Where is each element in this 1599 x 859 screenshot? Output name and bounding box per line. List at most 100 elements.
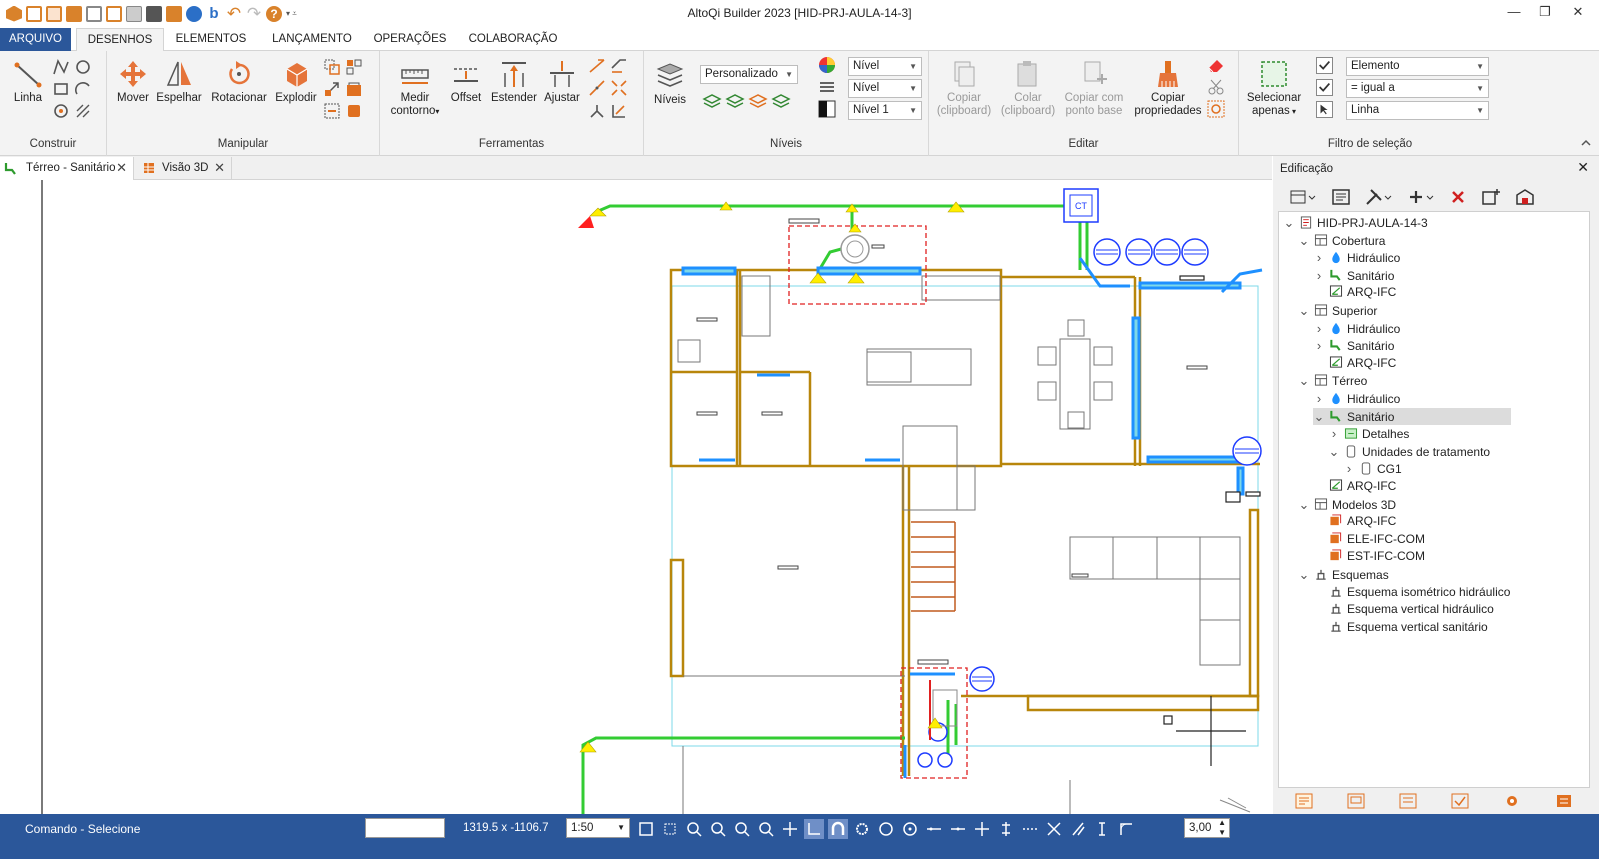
settings-tool-icon[interactable] — [1503, 793, 1521, 809]
join-icon[interactable] — [588, 102, 606, 120]
chevron-down-icon[interactable]: ⌄ — [1328, 443, 1340, 460]
tree-node[interactable]: ARQ-IFC — [1313, 478, 1396, 495]
tree-view-icon[interactable] — [1295, 793, 1313, 809]
redo-icon[interactable]: ↷ — [246, 5, 262, 22]
lineweight-icon[interactable] — [818, 100, 836, 118]
save-icon[interactable] — [66, 5, 82, 22]
chevron-down-icon[interactable]: ⌄ — [1313, 408, 1325, 425]
tab-desenhos[interactable]: DESENHOS — [76, 28, 164, 52]
chevron-right-icon[interactable]: › — [1313, 249, 1325, 266]
doc-tab-terreo-sanitario[interactable]: Térreo - Sanitário ✕ — [0, 157, 134, 180]
building-properties-icon[interactable] — [1331, 188, 1351, 206]
ajustar-button[interactable]: Ajustar — [540, 59, 584, 105]
restore-icon[interactable]: ❐ — [1535, 4, 1555, 22]
qat-menu-chevron-icon[interactable]: ▾ ⩡ — [286, 9, 297, 19]
print-icon[interactable] — [146, 5, 162, 22]
niveis-button[interactable]: Níveis — [650, 61, 690, 107]
save-all-icon[interactable] — [86, 5, 102, 22]
linha-button[interactable]: Linha — [8, 59, 48, 105]
pan-icon[interactable] — [780, 819, 800, 839]
tree-node[interactable]: › Hidráulico — [1313, 320, 1401, 337]
tab-colaboracao[interactable]: COLABORAÇÃO — [462, 28, 564, 51]
snap-endpoint-icon[interactable] — [924, 819, 944, 839]
building-tree[interactable]: ⌄ HID-PRJ-AULA-14-3 ⌄ Cobertura › Hidráulico ›… — [1278, 211, 1590, 788]
layer-freeze-icon[interactable] — [725, 91, 745, 109]
spline-tool-icon[interactable] — [52, 102, 70, 120]
tab-arquivo[interactable]: ARQUIVO — [0, 28, 71, 51]
offset-button[interactable]: Offset — [446, 59, 486, 105]
tab-elementos[interactable]: ELEMENTOS — [168, 28, 254, 51]
chevron-right-icon[interactable]: › — [1313, 320, 1325, 337]
close-window-icon[interactable]: ✕ — [1568, 4, 1588, 22]
filter-checkbox-2[interactable] — [1316, 79, 1333, 96]
filter-operator-select[interactable]: = igual a ▼ — [1346, 79, 1489, 98]
snap-intersection-icon[interactable] — [972, 819, 992, 839]
zoom-out-icon[interactable] — [708, 819, 728, 839]
tree-node[interactable]: ⌄ Superior — [1298, 302, 1378, 319]
open-file-icon[interactable] — [46, 5, 62, 22]
filter-value-select[interactable]: Linha ▼ — [1346, 101, 1489, 120]
snap-node-icon[interactable] — [1116, 819, 1136, 839]
tree-node[interactable]: › Hidráulico — [1313, 390, 1401, 407]
filter-cursor-toggle[interactable] — [1316, 101, 1333, 118]
close-tab-icon[interactable]: ✕ — [214, 157, 225, 179]
zoom-in-icon[interactable] — [684, 819, 704, 839]
tree-node[interactable]: › Hidráulico — [1313, 249, 1401, 266]
snap-nearest-icon[interactable] — [1020, 819, 1040, 839]
rotacionar-button[interactable]: Rotacionar — [207, 59, 271, 105]
chevron-down-icon[interactable]: ⌄ — [1298, 566, 1310, 583]
command-input[interactable] — [365, 818, 445, 838]
chevron-down-icon[interactable]: ⌄ — [1298, 372, 1310, 389]
eraser-icon[interactable] — [1207, 56, 1225, 74]
chevron-right-icon[interactable]: › — [1328, 425, 1340, 442]
color-select[interactable]: Nível ▼ — [848, 57, 922, 76]
chevron-right-icon[interactable]: › — [1313, 337, 1325, 354]
tree-node[interactable]: ⌄ Sanitário — [1313, 407, 1511, 425]
select-similar-icon[interactable] — [1207, 100, 1225, 118]
snap-quadrant-icon[interactable] — [900, 819, 920, 839]
linetype-icon[interactable] — [818, 78, 836, 96]
align-icon[interactable] — [610, 102, 628, 120]
tree-node[interactable]: ⌄ Modelos 3D — [1298, 496, 1396, 513]
medir-contorno-button[interactable]: Medir contorno▾ — [390, 59, 440, 118]
scale-select[interactable]: 1:50 ▼ — [566, 818, 630, 838]
building-menu-icon[interactable] — [1289, 188, 1317, 206]
cloud-icon[interactable] — [186, 5, 202, 22]
hatch-tool-icon[interactable] — [74, 102, 92, 120]
undo-icon[interactable]: ↶ — [226, 5, 242, 22]
plot-icon[interactable] — [126, 5, 142, 22]
collapse-ribbon-icon[interactable] — [1580, 137, 1592, 149]
group-icon[interactable] — [345, 80, 363, 98]
calculation-icon[interactable] — [1555, 793, 1573, 809]
snap-extension-icon[interactable] — [1044, 819, 1064, 839]
tools-icon[interactable] — [1365, 188, 1393, 206]
cut-icon[interactable] — [1207, 78, 1225, 96]
snap-center-icon[interactable] — [876, 819, 896, 839]
polyline-icon[interactable] — [52, 58, 70, 76]
tree-node[interactable]: ⌄ Cobertura — [1298, 232, 1386, 249]
selecionar-apenas-button[interactable]: Selecionar apenas ▾ — [1243, 59, 1305, 118]
filter-field-select[interactable]: Elemento ▼ — [1346, 57, 1489, 76]
minimize-icon[interactable]: — — [1504, 4, 1524, 22]
chevron-down-icon[interactable]: ⌄ — [1283, 214, 1295, 231]
tree-node[interactable]: EST-IFC-COM — [1313, 548, 1425, 565]
book-icon[interactable] — [166, 5, 182, 22]
delete-icon[interactable] — [1449, 188, 1467, 206]
zoom-factor-input[interactable]: 3,00 ▲ ▼ — [1184, 818, 1230, 838]
tree-node[interactable]: ARQ-IFC — [1313, 513, 1396, 530]
tree-node[interactable]: ⌄ Esquemas — [1298, 566, 1389, 583]
array-icon[interactable] — [345, 58, 363, 76]
check-list-icon[interactable] — [1451, 793, 1469, 809]
new-file-icon[interactable] — [26, 5, 42, 22]
tree-node[interactable]: ⌄ HID-PRJ-AULA-14-3 — [1283, 214, 1428, 231]
colar-clipboard-button[interactable]: Colar (clipboard) — [999, 59, 1057, 118]
layer-current-icon[interactable] — [771, 91, 791, 109]
tree-node[interactable]: Esquema isométrico hidráulico — [1313, 584, 1510, 601]
layout-icon[interactable] — [1347, 793, 1365, 809]
linetype-select[interactable]: Nível ▼ — [848, 79, 922, 98]
tree-node[interactable]: › CG1 — [1343, 460, 1402, 477]
zoom-window-icon[interactable] — [660, 819, 680, 839]
layer-lock-icon[interactable] — [748, 91, 768, 109]
rectangle-tool-icon[interactable] — [52, 80, 70, 98]
snap-tangent-icon[interactable] — [1092, 819, 1112, 839]
